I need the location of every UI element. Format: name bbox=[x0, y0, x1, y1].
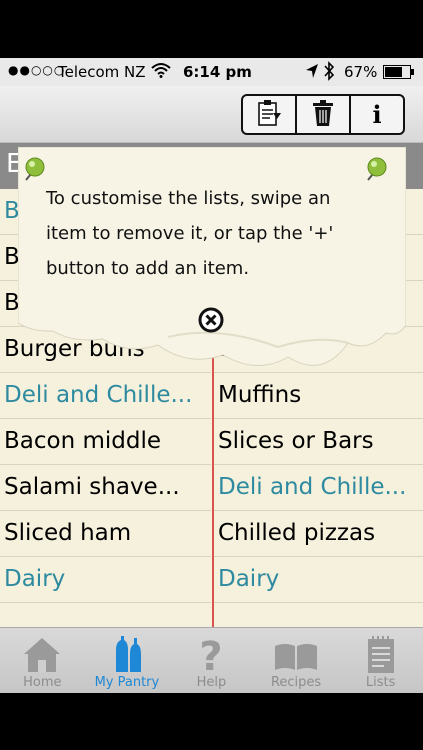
lists-icon bbox=[367, 636, 394, 673]
info-button[interactable]: i bbox=[351, 96, 403, 133]
signal-dots-icon: ●●○○○ bbox=[8, 63, 66, 77]
carrier-label: Telecom NZ bbox=[58, 63, 146, 81]
clipboard-button[interactable] bbox=[243, 96, 297, 133]
list-item[interactable]: Chilled pizzas bbox=[214, 511, 423, 557]
toolbar-button-group: i bbox=[241, 94, 405, 135]
help-icon: ? bbox=[200, 634, 223, 674]
status-bar: ●●○○○ Telecom NZ 6:14 pm 67% bbox=[0, 58, 423, 86]
list-item[interactable]: Slices or Bars bbox=[214, 419, 423, 465]
tab-home[interactable]: Home bbox=[0, 628, 85, 693]
tab-home-label: Home bbox=[23, 675, 62, 690]
category-row[interactable]: Deli and Chille... bbox=[0, 373, 211, 419]
close-icon bbox=[198, 307, 224, 333]
info-icon: i bbox=[372, 100, 382, 129]
category-row[interactable]: Dairy bbox=[214, 557, 423, 603]
home-icon bbox=[24, 638, 61, 672]
svg-text:?: ? bbox=[200, 634, 223, 674]
pantry-icon bbox=[115, 636, 141, 672]
close-note-button[interactable] bbox=[198, 307, 224, 337]
trash-icon bbox=[312, 99, 334, 131]
list-item[interactable]: Muffins bbox=[214, 373, 423, 419]
tab-my-pantry[interactable]: My Pantry bbox=[85, 628, 170, 693]
category-row[interactable]: Deli and Chille... bbox=[214, 465, 423, 511]
location-arrow-icon bbox=[305, 63, 319, 83]
tab-my-pantry-label: My Pantry bbox=[94, 675, 160, 690]
list-item[interactable]: Sliced ham bbox=[0, 511, 211, 557]
category-row[interactable]: Dairy bbox=[0, 557, 211, 603]
tab-lists-label: Lists bbox=[365, 675, 396, 690]
tab-bar: Home My Pantry ? Help Recipes Lists bbox=[0, 627, 423, 693]
list-item[interactable]: Bacon middle bbox=[0, 419, 211, 465]
pin-left-icon bbox=[22, 156, 48, 186]
wifi-icon bbox=[151, 62, 171, 82]
list-item[interactable]: Salami shave... bbox=[0, 465, 211, 511]
tab-help-label: Help bbox=[196, 675, 227, 690]
help-note-text: To customise the lists, swipe an item to… bbox=[46, 188, 334, 279]
battery-icon bbox=[383, 65, 415, 83]
toolbar: i bbox=[0, 86, 423, 143]
battery-percent-label: 67% bbox=[344, 63, 378, 81]
recipes-icon bbox=[275, 644, 318, 670]
tab-help[interactable]: ? Help bbox=[169, 628, 254, 693]
bluetooth-icon bbox=[323, 61, 335, 85]
tab-recipes-label: Recipes bbox=[270, 675, 322, 690]
tab-recipes[interactable]: Recipes bbox=[254, 628, 339, 693]
delete-button[interactable] bbox=[297, 96, 351, 133]
clipboard-icon bbox=[256, 99, 282, 131]
time-label: 6:14 pm bbox=[183, 63, 252, 81]
tab-lists[interactable]: Lists bbox=[338, 628, 423, 693]
